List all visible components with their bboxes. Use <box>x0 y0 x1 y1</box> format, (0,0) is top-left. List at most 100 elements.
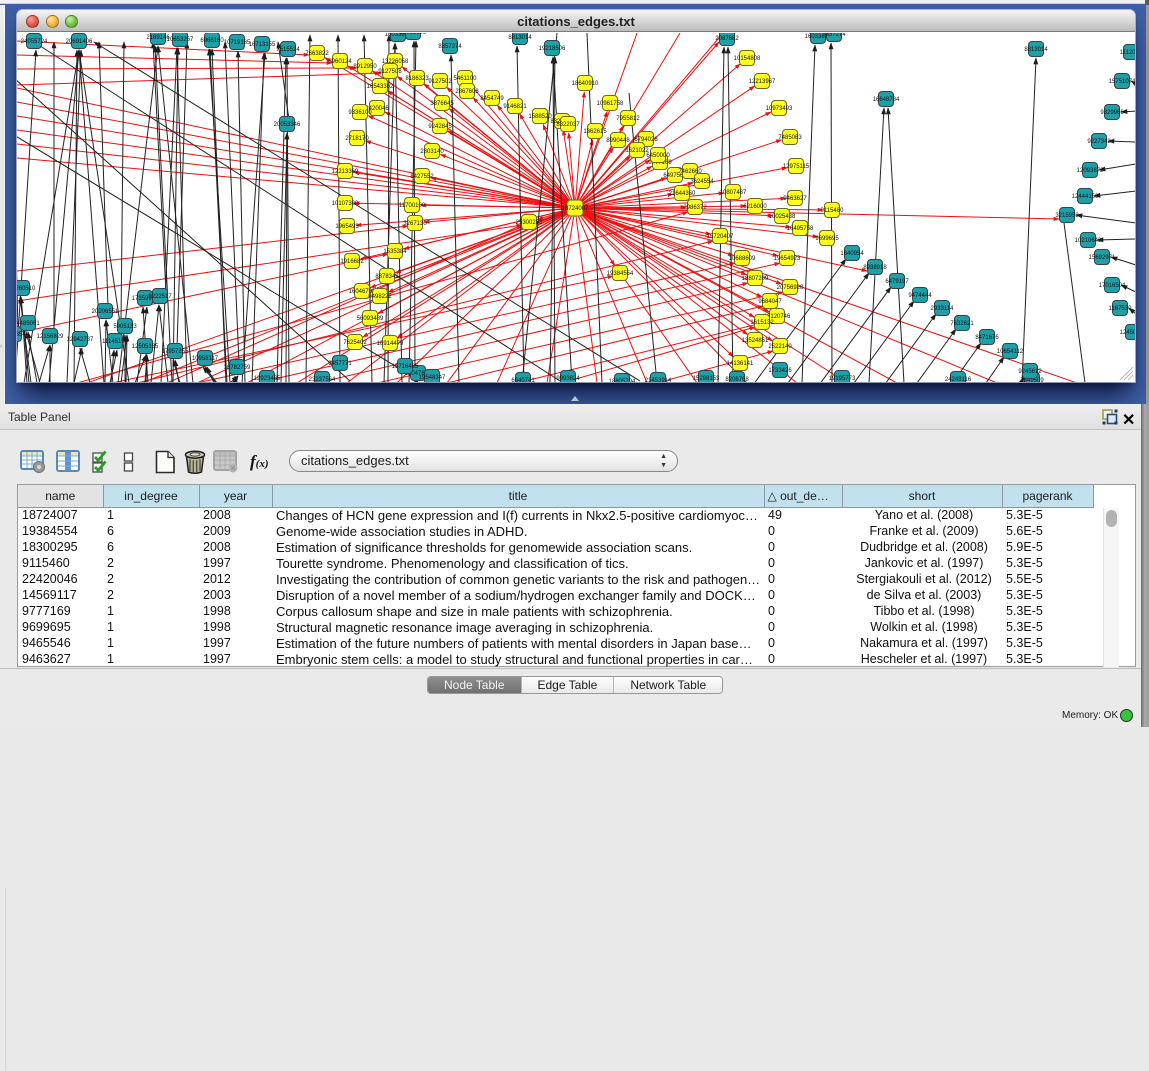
svg-text:1916682: 1916682 <box>340 259 364 265</box>
svg-text:20206551: 20206551 <box>92 309 119 315</box>
svg-text:1112060: 1112060 <box>1120 50 1135 56</box>
svg-text:7955812: 7955812 <box>616 116 640 122</box>
svg-text:10688609: 10688609 <box>729 256 756 262</box>
svg-text:6640741: 6640741 <box>511 378 535 382</box>
svg-text:11700100: 11700100 <box>399 203 426 209</box>
svg-text:7515524: 7515524 <box>276 47 300 53</box>
svg-text:3267130: 3267130 <box>403 221 427 227</box>
svg-text:10958117: 10958117 <box>192 356 219 362</box>
svg-text:3915354: 3915354 <box>17 332 26 338</box>
svg-text:23237564: 23237564 <box>309 377 336 382</box>
svg-text:12093872: 12093872 <box>1077 168 1104 174</box>
svg-text:19548347: 19548347 <box>419 375 446 381</box>
svg-text:6450000: 6450000 <box>646 153 670 159</box>
svg-text:18807209: 18807209 <box>742 276 769 282</box>
svg-text:8912950: 8912950 <box>353 64 377 70</box>
svg-text:9699695: 9699695 <box>815 236 839 242</box>
svg-text:19384554: 19384554 <box>607 271 634 277</box>
svg-text:8206768: 8206768 <box>725 377 749 382</box>
svg-text:4485061: 4485061 <box>17 321 40 327</box>
svg-text:16713155: 16713155 <box>249 42 276 48</box>
svg-text:8878342: 8878342 <box>375 274 399 280</box>
svg-text:24055724: 24055724 <box>21 39 48 45</box>
svg-text:17016504: 17016504 <box>1099 283 1126 289</box>
svg-text:12444150: 12444150 <box>1072 194 1099 200</box>
svg-text:26260510: 26260510 <box>17 286 36 292</box>
svg-text:9127502: 9127502 <box>428 79 452 85</box>
svg-text:9684047: 9684047 <box>758 299 782 305</box>
svg-text:8813014: 8813014 <box>508 35 532 41</box>
svg-text:9498222: 9498222 <box>368 294 392 300</box>
svg-text:15716485: 15716485 <box>392 364 419 370</box>
svg-text:15692971: 15692971 <box>1089 255 1116 261</box>
svg-text:8454749: 8454749 <box>480 96 504 102</box>
svg-text:20756928: 20756928 <box>777 285 804 291</box>
svg-text:13524851: 13524851 <box>742 338 769 344</box>
svg-text:2522140: 2522140 <box>768 344 792 350</box>
svg-text:12450120: 12450120 <box>1120 330 1135 336</box>
svg-text:6966160: 6966160 <box>200 38 224 44</box>
svg-text:3624554: 3624554 <box>690 179 714 185</box>
svg-text:10961758: 10961758 <box>597 101 624 107</box>
svg-text:7632621: 7632621 <box>950 321 974 327</box>
svg-text:12213369: 12213369 <box>332 169 359 175</box>
svg-text:19195773: 19195773 <box>829 376 856 382</box>
svg-text:2718170: 2718170 <box>345 136 369 142</box>
svg-text:9463627: 9463627 <box>783 196 807 202</box>
svg-text:9993824: 9993824 <box>556 376 580 382</box>
svg-text:8990448: 8990448 <box>606 138 630 144</box>
svg-text:8186323: 8186323 <box>405 76 429 82</box>
svg-text:19654923: 19654923 <box>774 256 801 262</box>
svg-text:1640954: 1640954 <box>840 251 864 257</box>
svg-text:2933114: 2933114 <box>931 306 955 312</box>
svg-text:12923465: 12923465 <box>254 376 281 382</box>
svg-text:3876645: 3876645 <box>430 101 454 107</box>
svg-text:2986372: 2986372 <box>683 205 707 211</box>
svg-text:21453914: 21453914 <box>645 378 672 382</box>
svg-text:8471676: 8471676 <box>975 335 999 341</box>
svg-text:18640910: 18640910 <box>572 81 599 87</box>
svg-text:1167530: 1167530 <box>1109 306 1133 312</box>
svg-text:5461100: 5461100 <box>454 76 478 82</box>
svg-text:56093489: 56093489 <box>357 316 384 322</box>
svg-text:2087682: 2087682 <box>715 36 739 42</box>
svg-text:8357274: 8357274 <box>438 44 462 50</box>
svg-text:18724007: 18724007 <box>562 206 589 212</box>
svg-text:10653267: 10653267 <box>167 37 194 43</box>
svg-text:16648784: 16648784 <box>873 97 900 103</box>
svg-text:9127508: 9127508 <box>378 69 402 75</box>
svg-text:3215958: 3215958 <box>1055 213 1079 219</box>
svg-text:9222517: 9222517 <box>148 294 172 300</box>
svg-text:18805794: 18805794 <box>609 379 636 382</box>
svg-text:9245612: 9245612 <box>1018 369 1042 375</box>
svg-text:10154808: 10154808 <box>734 56 761 62</box>
svg-text:15720407: 15720407 <box>707 234 734 240</box>
svg-text:10719185: 10719185 <box>224 40 251 46</box>
svg-text:10807487: 10807487 <box>720 190 747 196</box>
svg-text:24248116: 24248116 <box>945 377 972 382</box>
svg-text:9474444: 9474444 <box>908 293 932 299</box>
svg-text:7485063: 7485063 <box>778 135 802 141</box>
svg-text:20691406: 20691406 <box>66 39 93 45</box>
svg-text:15298153: 15298153 <box>693 376 720 382</box>
svg-text:8813014: 8813014 <box>1024 47 1048 53</box>
svg-text:8427552: 8427552 <box>410 174 434 180</box>
svg-text:9457771: 9457771 <box>328 361 352 367</box>
svg-text:25300283: 25300283 <box>516 220 543 226</box>
svg-text:21644360: 21644360 <box>669 191 696 197</box>
svg-text:10025438: 10025438 <box>769 214 796 220</box>
svg-text:8938918: 8938918 <box>863 265 887 271</box>
svg-text:12505135: 12505135 <box>132 344 159 350</box>
svg-text:8960124: 8960124 <box>328 59 352 65</box>
svg-text:14136141: 14136141 <box>727 361 754 367</box>
svg-text:20053346: 20053346 <box>274 122 301 128</box>
svg-text:11145194: 11145194 <box>102 339 128 345</box>
svg-text:16914479: 16914479 <box>377 341 404 347</box>
svg-text:12213967: 12213967 <box>749 79 776 85</box>
svg-text:10654112: 10654112 <box>997 349 1024 355</box>
svg-text:8322037: 8322037 <box>556 122 580 128</box>
svg-text:16033809: 16033809 <box>400 33 427 36</box>
svg-text:10210643: 10210643 <box>1075 238 1102 244</box>
svg-text:9336100: 9336100 <box>348 110 372 116</box>
svg-text:6479197: 6479197 <box>885 279 909 285</box>
